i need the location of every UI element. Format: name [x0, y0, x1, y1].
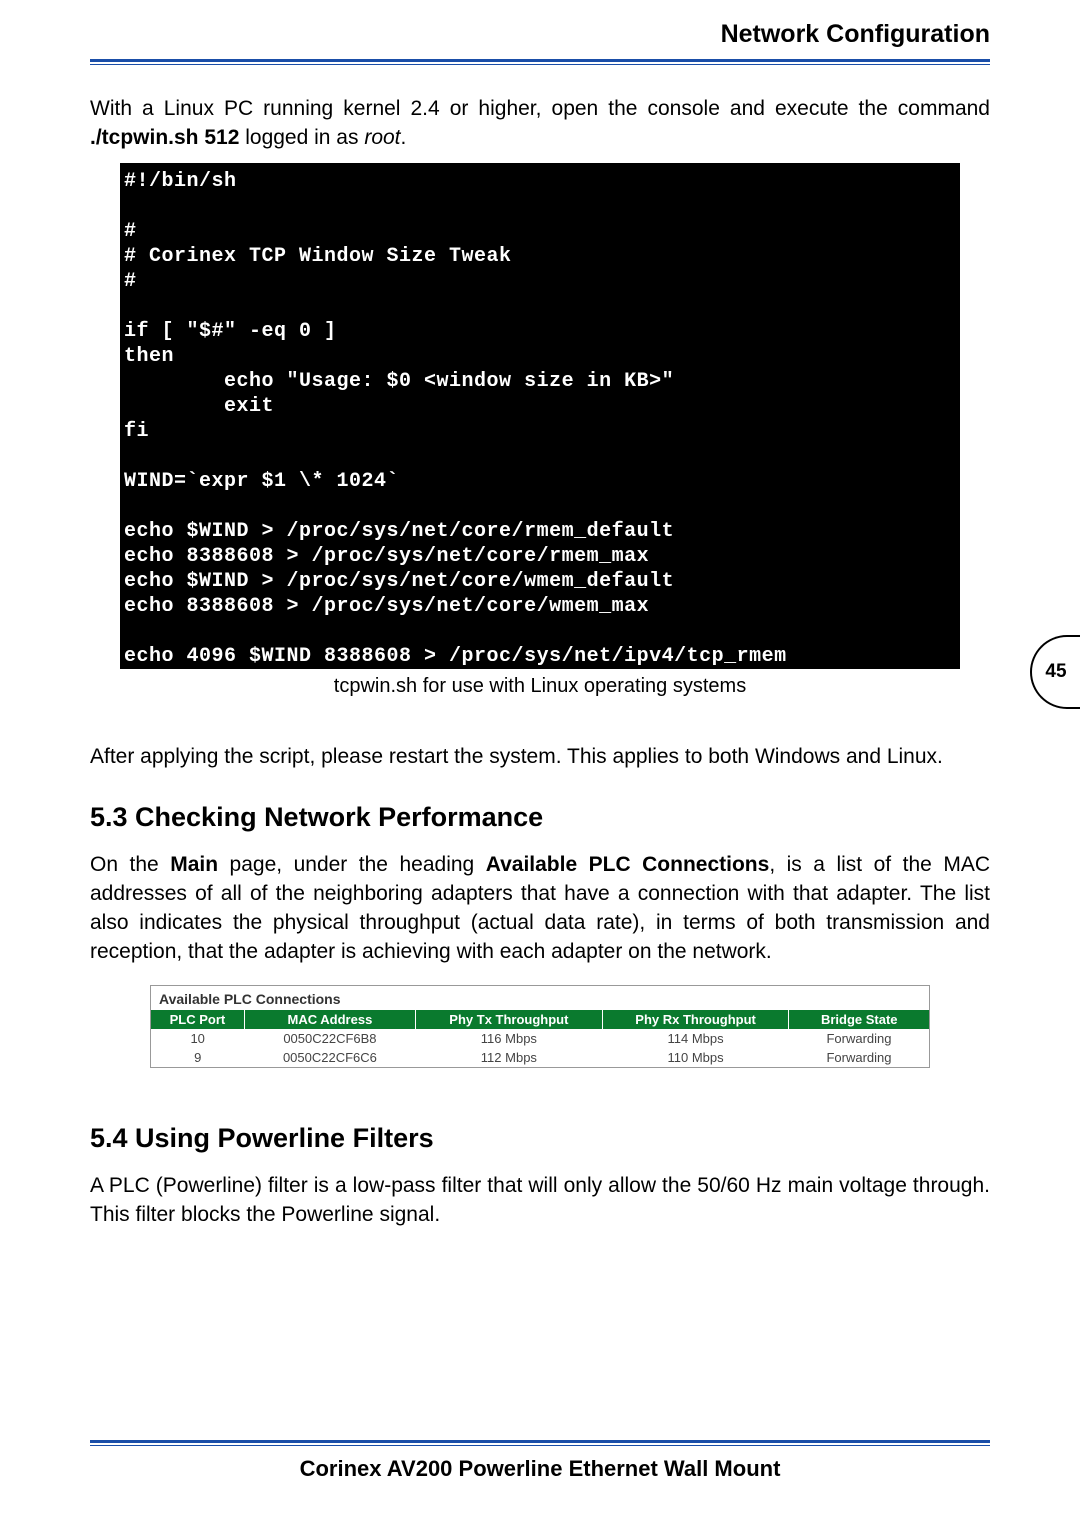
col-phy-tx: Phy Tx Throughput — [416, 1010, 603, 1029]
footer-product-name: Corinex AV200 Powerline Ethernet Wall Mo… — [90, 1456, 990, 1502]
cell-tx: 112 Mbps — [416, 1048, 603, 1067]
p53-main: Main — [170, 853, 218, 876]
p53-avail: Available PLC Connections — [486, 853, 770, 876]
footer-rule — [90, 1440, 990, 1446]
intro-suffix: . — [401, 126, 407, 149]
cell-state: Forwarding — [789, 1048, 929, 1067]
intro-user: root — [364, 126, 400, 149]
cell-rx: 114 Mbps — [602, 1029, 789, 1048]
plc-figure-title: Available PLC Connections — [151, 986, 929, 1010]
cell-state: Forwarding — [789, 1029, 929, 1048]
cell-tx: 116 Mbps — [416, 1029, 603, 1048]
cell-port: 10 — [151, 1029, 244, 1048]
table-row: 10 0050C22CF6B8 116 Mbps 114 Mbps Forwar… — [151, 1029, 929, 1048]
col-mac-address: MAC Address — [244, 1010, 415, 1029]
cell-mac: 0050C22CF6B8 — [244, 1029, 415, 1048]
cell-port: 9 — [151, 1048, 244, 1067]
plc-table-header-row: PLC Port MAC Address Phy Tx Throughput P… — [151, 1010, 929, 1029]
page-number: 45 — [1045, 661, 1066, 683]
page-number-thumb: 45 — [1030, 635, 1080, 709]
intro-prefix: With a Linux PC running kernel 2.4 or hi… — [90, 97, 990, 120]
plc-connections-figure: Available PLC Connections PLC Port MAC A… — [150, 985, 930, 1068]
section-5-3-heading: 5.3 Checking Network Performance — [90, 802, 990, 833]
page-footer: Corinex AV200 Powerline Ethernet Wall Mo… — [90, 1410, 990, 1502]
section-5-4-heading: 5.4 Using Powerline Filters — [90, 1123, 990, 1154]
table-row: 9 0050C22CF6C6 112 Mbps 110 Mbps Forward… — [151, 1048, 929, 1067]
plc-table: PLC Port MAC Address Phy Tx Throughput P… — [151, 1010, 929, 1067]
intro-mid: logged in as — [239, 126, 364, 149]
header-rule — [90, 59, 990, 65]
intro-cmd: ./tcpwin.sh 512 — [90, 126, 239, 149]
p53-a: On the — [90, 853, 170, 876]
intro-paragraph: With a Linux PC running kernel 2.4 or hi… — [90, 95, 990, 153]
cell-rx: 110 Mbps — [602, 1048, 789, 1067]
section-5-4-paragraph: A PLC (Powerline) filter is a low-pass f… — [90, 1172, 990, 1230]
cell-mac: 0050C22CF6C6 — [244, 1048, 415, 1067]
col-phy-rx: Phy Rx Throughput — [602, 1010, 789, 1029]
terminal-caption: tcpwin.sh for use with Linux operating s… — [90, 675, 990, 698]
section-5-3-paragraph: On the Main page, under the heading Avai… — [90, 851, 990, 967]
after-script-paragraph: After applying the script, please restar… — [90, 743, 990, 772]
terminal-code-block: #!/bin/sh # # Corinex TCP Window Size Tw… — [120, 163, 960, 669]
col-bridge-state: Bridge State — [789, 1010, 929, 1029]
header-title: Network Configuration — [90, 0, 990, 59]
col-plc-port: PLC Port — [151, 1010, 244, 1029]
p53-c: page, under the heading — [218, 853, 486, 876]
